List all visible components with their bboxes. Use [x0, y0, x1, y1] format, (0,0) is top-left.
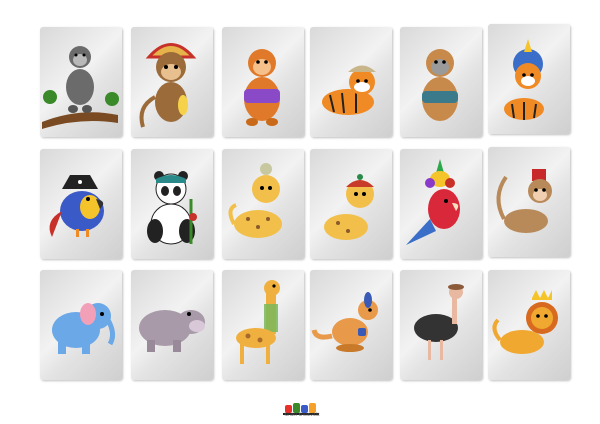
tiger-icon [322, 65, 376, 115]
monkey-icon [139, 43, 197, 128]
orangutan-card[interactable] [222, 27, 304, 137]
brand-text: Kinder Kreativität [284, 412, 320, 417]
elephant-icon [52, 303, 116, 354]
leopard-hat-card[interactable] [310, 149, 392, 259]
animal-card-grid [0, 0, 600, 424]
gorilla-card[interactable] [40, 27, 122, 137]
leopard-icon [324, 174, 374, 240]
hippo-card[interactable] [131, 270, 213, 380]
leopard-icon [228, 163, 282, 238]
giraffe-icon [236, 280, 280, 364]
monkey-hat-card[interactable] [131, 27, 213, 137]
tiger-icon [504, 39, 544, 120]
panda-icon [147, 171, 197, 245]
orangutan-icon [244, 49, 280, 126]
tiger-safari-card[interactable] [310, 27, 392, 137]
parrot-icon [49, 175, 104, 237]
parrot-pirate-card[interactable] [40, 149, 122, 259]
elephant-card[interactable] [40, 270, 122, 380]
monkey-fez-card[interactable] [488, 147, 570, 257]
parrot-fruit-card[interactable] [400, 149, 482, 259]
lion-icon [492, 290, 558, 354]
ostrich-card[interactable] [400, 270, 482, 380]
orangutan-gray-card[interactable] [400, 27, 482, 137]
parrot-icon [406, 159, 460, 245]
kangaroo-icon [311, 292, 378, 352]
ostrich-icon [414, 284, 464, 360]
leopard-card[interactable] [222, 149, 304, 259]
giraffe-card[interactable] [222, 270, 304, 380]
monkey-icon [496, 169, 552, 233]
tiger-turban-card[interactable] [488, 24, 570, 134]
panda-card[interactable] [131, 149, 213, 259]
orangutan-icon [422, 49, 458, 121]
hippo-icon [139, 310, 205, 352]
kangaroo-card[interactable] [310, 270, 392, 380]
lion-card[interactable] [488, 270, 570, 380]
gorilla-icon [42, 46, 119, 129]
